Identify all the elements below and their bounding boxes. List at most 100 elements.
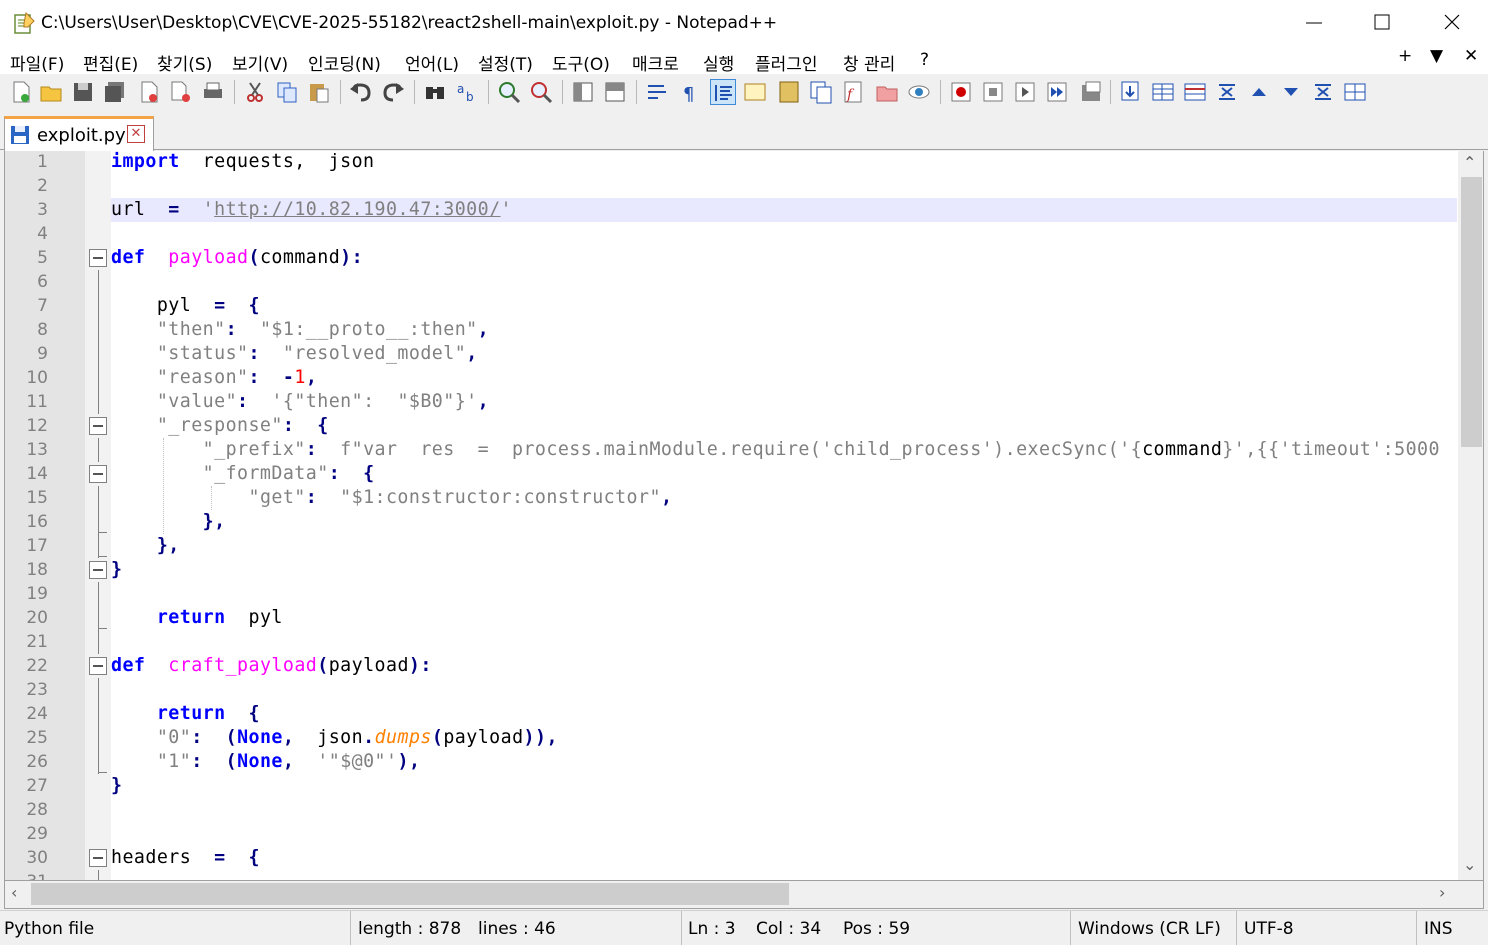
menu-view[interactable]: 보기(V) bbox=[232, 50, 288, 75]
close-file-icon[interactable] bbox=[136, 79, 162, 105]
copy-icon[interactable] bbox=[274, 79, 300, 105]
code-line[interactable]: "_prefix": f"var res = process.mainModul… bbox=[111, 438, 1440, 462]
code-line[interactable]: }, bbox=[111, 534, 180, 558]
new-file-icon[interactable] bbox=[8, 79, 34, 105]
toolbar-c-icon[interactable] bbox=[1182, 79, 1208, 105]
code-line[interactable]: import requests, json bbox=[111, 151, 375, 174]
code-area[interactable]: import requests, json url = 'http://10.82… bbox=[111, 151, 1457, 880]
code-line[interactable]: "1": (None, '"$@0"'), bbox=[111, 750, 420, 774]
code-line[interactable]: "status": "resolved_model", bbox=[111, 342, 478, 366]
code-line[interactable]: return pyl bbox=[111, 606, 283, 630]
menu-run[interactable]: 실행 bbox=[703, 50, 734, 75]
tab-exploit-py[interactable]: exploit.py ✕ bbox=[4, 116, 154, 151]
play-macro-icon[interactable] bbox=[1012, 79, 1038, 105]
vertical-scroll-thumb[interactable] bbox=[1461, 177, 1482, 447]
close-window-button[interactable] bbox=[1418, 0, 1486, 46]
function-list-icon[interactable]: f bbox=[840, 79, 866, 105]
print-icon[interactable] bbox=[200, 79, 226, 105]
menu-window[interactable]: 창 관리 bbox=[843, 50, 895, 75]
save-macro-icon[interactable] bbox=[1078, 79, 1104, 105]
new-tab-button[interactable]: + bbox=[1398, 46, 1412, 66]
toolbar-d-icon[interactable] bbox=[1214, 79, 1240, 105]
code-line[interactable]: return { bbox=[111, 702, 260, 726]
stop-record-icon[interactable] bbox=[980, 79, 1006, 105]
toolbar-h-icon[interactable] bbox=[1342, 79, 1368, 105]
code-line[interactable]: def payload(command): bbox=[111, 246, 363, 270]
code-line[interactable]: } bbox=[111, 558, 122, 582]
fold-toggle-icon[interactable] bbox=[89, 849, 107, 867]
cut-icon[interactable] bbox=[242, 79, 268, 105]
paste-icon[interactable] bbox=[306, 79, 332, 105]
menu-settings[interactable]: 설정(T) bbox=[478, 50, 533, 75]
close-all-icon[interactable] bbox=[168, 79, 194, 105]
code-line[interactable]: "then": "$1:__proto__:then", bbox=[111, 318, 489, 342]
tab-list-button[interactable]: ▼ bbox=[1430, 46, 1443, 66]
horizontal-scroll-thumb[interactable] bbox=[31, 883, 789, 905]
menu-plugins[interactable]: 플러그인 bbox=[755, 50, 818, 75]
horizontal-scrollbar[interactable]: ‹ › bbox=[4, 881, 1484, 909]
save-all-icon[interactable] bbox=[102, 79, 128, 105]
code-line[interactable]: def craft_payload(payload): bbox=[111, 654, 432, 678]
scroll-up-icon[interactable]: ⌃ bbox=[1463, 153, 1476, 172]
folder-workspace-icon[interactable] bbox=[874, 79, 900, 105]
fold-toggle-icon[interactable] bbox=[89, 249, 107, 267]
close-tab-button[interactable]: ✕ bbox=[1464, 46, 1478, 66]
scroll-right-icon[interactable]: › bbox=[1439, 883, 1445, 902]
fold-toggle-icon[interactable] bbox=[89, 417, 107, 435]
menu-tools[interactable]: 도구(O) bbox=[552, 50, 610, 75]
minimize-button[interactable] bbox=[1280, 0, 1348, 46]
vertical-scrollbar[interactable]: ⌃ ⌄ bbox=[1458, 151, 1483, 880]
fold-toggle-icon[interactable] bbox=[89, 657, 107, 675]
doc-list-icon[interactable] bbox=[808, 79, 834, 105]
sync-horizontal-icon[interactable] bbox=[602, 79, 628, 105]
code-line[interactable]: "_response": { bbox=[111, 414, 329, 438]
code-line[interactable]: url = 'http://10.82.190.47:3000/' bbox=[111, 198, 512, 222]
menu-language[interactable]: 언어(L) bbox=[405, 50, 459, 75]
fold-line bbox=[98, 270, 99, 414]
fold-toggle-icon[interactable] bbox=[89, 465, 107, 483]
redo-icon[interactable] bbox=[380, 79, 406, 105]
run-macro-multiple-icon[interactable] bbox=[1044, 79, 1070, 105]
menu-file[interactable]: 파일(F) bbox=[10, 50, 64, 75]
open-file-icon[interactable] bbox=[38, 79, 64, 105]
code-line[interactable]: "reason": -1, bbox=[111, 366, 317, 390]
monitoring-icon[interactable] bbox=[906, 79, 932, 105]
save-icon[interactable] bbox=[70, 79, 96, 105]
replace-icon[interactable]: ab bbox=[454, 79, 480, 105]
udl-icon[interactable] bbox=[742, 79, 768, 105]
word-wrap-icon[interactable] bbox=[644, 79, 670, 105]
tab-close-icon[interactable]: ✕ bbox=[127, 125, 145, 143]
code-line[interactable]: "value": '{"then": "$B0"}', bbox=[111, 390, 489, 414]
find-icon[interactable] bbox=[422, 79, 448, 105]
record-macro-icon[interactable] bbox=[948, 79, 974, 105]
toolbar-g-icon[interactable] bbox=[1310, 79, 1336, 105]
code-line[interactable]: headers = { bbox=[111, 846, 260, 870]
toolbar-f-icon[interactable] bbox=[1278, 79, 1304, 105]
menu-search[interactable]: 찾기(S) bbox=[157, 50, 212, 75]
toolbar-b-icon[interactable] bbox=[1150, 79, 1176, 105]
menu-macro[interactable]: 매크로 bbox=[632, 50, 679, 75]
show-all-chars-icon[interactable]: ¶ bbox=[676, 79, 702, 105]
code-editor[interactable]: 1 2 3 4 5 6 7 8 9 10 11 12 13 14 15 16 17 18 19 20 21 22 23 24 2… bbox=[4, 151, 1484, 881]
code-line[interactable]: "0": (None, json.dumps(payload)), bbox=[111, 726, 558, 750]
sync-vertical-icon[interactable] bbox=[570, 79, 596, 105]
toolbar-a-icon[interactable] bbox=[1118, 79, 1144, 105]
code-line[interactable]: pyl = { bbox=[111, 294, 260, 318]
code-line[interactable]: "get": "$1:constructor:constructor", bbox=[111, 486, 672, 510]
maximize-button[interactable] bbox=[1348, 0, 1416, 46]
scroll-down-icon[interactable]: ⌄ bbox=[1463, 855, 1476, 874]
code-line[interactable]: }, bbox=[111, 510, 226, 534]
toolbar-e-icon[interactable] bbox=[1246, 79, 1272, 105]
indent-guide-icon[interactable] bbox=[710, 79, 736, 105]
fold-toggle-icon[interactable] bbox=[89, 561, 107, 579]
menu-encoding[interactable]: 인코딩(N) bbox=[308, 50, 381, 75]
menu-help[interactable]: ? bbox=[920, 50, 929, 70]
undo-icon[interactable] bbox=[348, 79, 374, 105]
code-line[interactable]: "_formData": { bbox=[111, 462, 375, 486]
scroll-left-icon[interactable]: ‹ bbox=[11, 883, 17, 902]
code-line[interactable]: } bbox=[111, 774, 122, 798]
doc-map-icon[interactable] bbox=[776, 79, 802, 105]
zoom-in-icon[interactable] bbox=[496, 79, 522, 105]
menu-edit[interactable]: 편집(E) bbox=[83, 50, 138, 75]
zoom-out-icon[interactable] bbox=[528, 79, 554, 105]
